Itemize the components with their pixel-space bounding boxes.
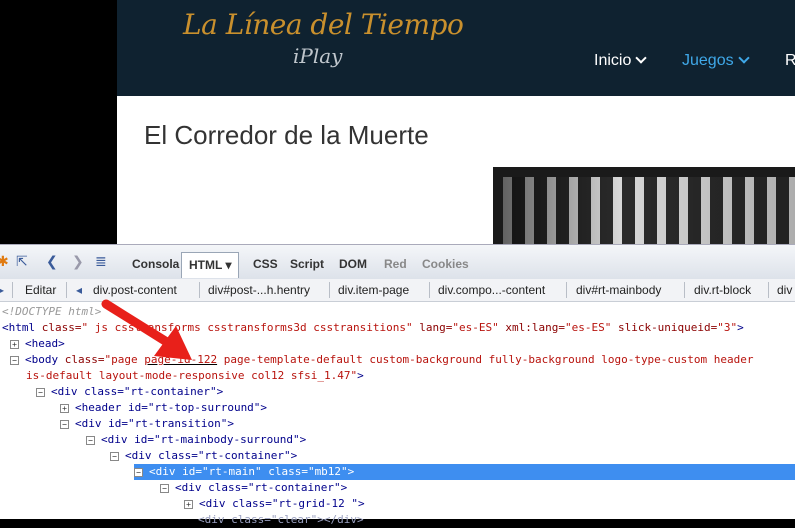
breadcrumb-item[interactable]: div.post-content [93,283,177,297]
chevron-down-icon [737,52,750,64]
inspect-icon[interactable]: ⇱ [16,254,28,270]
breadcrumb-item[interactable]: div.rt-block [694,283,751,297]
collapse-icon[interactable]: − [134,467,143,477]
arrow-shaft [101,299,175,349]
collapse-icon[interactable]: − [160,483,169,493]
breadcrumb-item[interactable]: div.compo...-content [438,283,545,297]
logo-title: La Línea del Tiempo [183,8,464,41]
rt-main-node-selected[interactable]: − <div id="rt-main" class="mb12"> [134,464,795,480]
chevron-down-icon [635,52,648,64]
tag: <div id="rt-main" class="mb12"> [149,465,355,478]
clear-node[interactable]: <div class="clear"></div> [198,512,364,528]
tag: <div id="rt-mainbody-surround"> [101,433,307,446]
nav-label: Inicio [594,52,632,69]
website-viewport: La Línea del Tiempo iPlay Inicio Juegos … [0,0,795,244]
tab-red[interactable]: Red [380,252,411,277]
tag: <div class="rt-container"> [51,385,224,398]
red-arrow-annotation [101,299,192,360]
console-toggle-icon[interactable]: ≣ [95,254,107,270]
nav-item-inicio[interactable]: Inicio [594,52,648,70]
post-image [493,167,795,244]
rt-container-node[interactable]: − <div class="rt-container"> [36,384,223,400]
collapse-icon[interactable]: − [86,435,95,445]
tag: <div class="rt-container"> [175,481,348,494]
tag: <div class="clear"></div> [198,513,364,526]
breadcrumb-scroll-icon[interactable]: ▸ [0,283,4,297]
breadcrumb-left-icon[interactable]: ◂ [76,283,82,297]
divider [329,282,330,298]
rt-grid-node[interactable]: + <div class="rt-grid-12 "> [184,496,365,512]
collapse-icon[interactable]: − [110,451,119,461]
logo-subtitle: iPlay [293,44,343,68]
value: "es-ES" [564,321,612,334]
rt-container-node[interactable]: − <div class="rt-container"> [160,480,347,496]
tag: <div class="rt-container"> [125,449,298,462]
edit-button[interactable]: Editar [25,283,56,297]
divider [768,282,769,298]
expand-icon[interactable]: + [184,499,193,509]
tag: > [357,369,364,382]
expand-icon[interactable]: + [10,339,19,349]
rt-transition-node[interactable]: − <div id="rt-transition"> [60,416,234,432]
firebug-toolbar: ✱ ⇱ ❮ ❯ ≣ Consola HTML ▾ CSS Script DOM … [0,244,795,280]
page-title: El Corredor de la Muerte [144,120,429,150]
value: "es-ES" [452,321,499,334]
tab-consola[interactable]: Consola [128,252,183,277]
doctype-node: <!DOCTYPE html> [2,305,102,318]
value: "3" [717,321,738,334]
attr: xml:lang= [498,321,565,334]
firebug-panel: ✱ ⇱ ❮ ❯ ≣ Consola HTML ▾ CSS Script DOM … [0,244,795,526]
collapse-icon[interactable]: − [36,387,45,397]
head-node[interactable]: + <head> [10,336,65,352]
divider [566,282,567,298]
tag: <body [25,353,59,366]
collapse-icon[interactable]: − [10,355,19,365]
rt-mainbody-surround-node[interactable]: − <div id="rt-mainbody-surround"> [86,432,306,448]
breadcrumb-item[interactable]: div.item-page [338,283,409,297]
nav-label: Juegos [682,52,734,69]
site-logo[interactable]: La Línea del Tiempo iPlay [183,8,464,78]
tag: <head> [25,337,65,350]
forward-icon[interactable]: ❯ [72,254,84,270]
attr: lang= [412,321,453,334]
tab-dom[interactable]: DOM [335,252,371,277]
tab-css[interactable]: CSS [249,252,282,277]
header-node[interactable]: + <header id="rt-top-surround"> [60,400,267,416]
tag: <div id="rt-transition"> [75,417,234,430]
attr: class= [35,321,82,334]
tag: <html [2,321,36,334]
tab-script[interactable]: Script [286,252,328,277]
nav-label: R [785,52,795,69]
expand-icon[interactable]: + [60,403,69,413]
page-content: El Corredor de la Muerte [117,96,795,244]
nav-item-juegos[interactable]: Juegos [682,52,750,70]
divider [684,282,685,298]
divider [66,282,67,298]
tag: <header id="rt-top-surround"> [75,401,268,414]
breadcrumb-item[interactable]: div#rt-mainbody [576,283,661,297]
tab-cookies[interactable]: Cookies [418,252,473,277]
tab-html[interactable]: HTML ▾ [181,252,240,278]
divider [429,282,430,298]
rt-container-node[interactable]: − <div class="rt-container"> [110,448,297,464]
bug-icon[interactable]: ✱ [0,254,9,270]
value: page-template-default custom-background … [217,353,754,366]
back-icon[interactable]: ❮ [46,254,58,270]
nav-item-partial[interactable]: R [785,52,795,70]
tag: > [737,321,744,334]
attr: slick-uniqueid= [611,321,718,334]
tag: <div class="rt-grid-12 "> [199,497,365,510]
divider [12,282,13,298]
breadcrumb-item[interactable]: div [777,283,792,297]
arrow-head [154,326,192,360]
image-shade [503,177,795,244]
collapse-icon[interactable]: − [60,419,69,429]
breadcrumb-item[interactable]: div#post-...h.hentry [208,283,310,297]
